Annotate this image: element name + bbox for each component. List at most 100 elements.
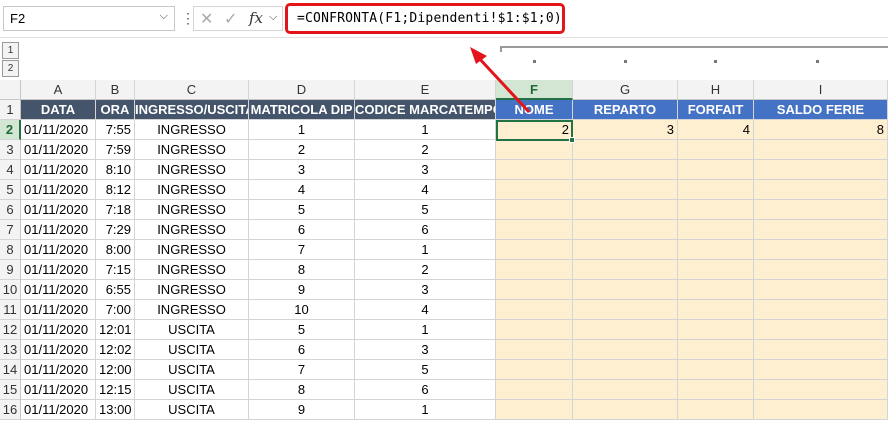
cell-a2[interactable]: 01/11/2020 [21,120,96,140]
cell-i7[interactable] [754,220,888,240]
cell-b3[interactable]: 7:59 [96,140,135,160]
cell-b14[interactable]: 12:00 [96,360,135,380]
column-header-b[interactable]: B [96,80,135,100]
cell-f15[interactable] [496,380,573,400]
cell-i6[interactable] [754,200,888,220]
cell-b8[interactable]: 8:00 [96,240,135,260]
cell-a16[interactable]: 01/11/2020 [21,400,96,420]
cell-g15[interactable] [573,380,678,400]
cell-a6[interactable]: 01/11/2020 [21,200,96,220]
cell-h13[interactable] [678,340,754,360]
column-header-d[interactable]: D [249,80,355,100]
cell-a4[interactable]: 01/11/2020 [21,160,96,180]
header-cell-i[interactable]: SALDO FERIE [754,100,888,120]
cell-a5[interactable]: 01/11/2020 [21,180,96,200]
cell-i10[interactable] [754,280,888,300]
cell-h4[interactable] [678,160,754,180]
cell-c15[interactable]: USCITA [135,380,249,400]
cell-i2[interactable]: 8 [754,120,888,140]
row-header-12[interactable]: 12 [0,320,21,340]
cell-b2[interactable]: 7:55 [96,120,135,140]
cell-h6[interactable] [678,200,754,220]
row-header-10[interactable]: 10 [0,280,21,300]
cell-b6[interactable]: 7:18 [96,200,135,220]
cell-d13[interactable]: 6 [249,340,355,360]
cell-f13[interactable] [496,340,573,360]
cell-g10[interactable] [573,280,678,300]
cell-d7[interactable]: 6 [249,220,355,240]
cell-h9[interactable] [678,260,754,280]
cell-c8[interactable]: INGRESSO [135,240,249,260]
column-header-g[interactable]: G [573,80,678,100]
cell-i11[interactable] [754,300,888,320]
cell-a9[interactable]: 01/11/2020 [21,260,96,280]
column-header-i[interactable]: I [754,80,888,100]
row-header-11[interactable]: 11 [0,300,21,320]
cell-g2[interactable]: 3 [573,120,678,140]
cell-b4[interactable]: 8:10 [96,160,135,180]
cell-i8[interactable] [754,240,888,260]
cell-d2[interactable]: 1 [249,120,355,140]
cell-d9[interactable]: 8 [249,260,355,280]
header-cell-e[interactable]: CODICE MARCATEMPO [355,100,496,120]
cell-f3[interactable] [496,140,573,160]
cell-c10[interactable]: INGRESSO [135,280,249,300]
row-header-9[interactable]: 9 [0,260,21,280]
column-header-e[interactable]: E [355,80,496,100]
cell-h11[interactable] [678,300,754,320]
cell-b10[interactable]: 6:55 [96,280,135,300]
cell-h10[interactable] [678,280,754,300]
cell-e5[interactable]: 4 [355,180,496,200]
cell-d16[interactable]: 9 [249,400,355,420]
cell-f7[interactable] [496,220,573,240]
cell-f12[interactable] [496,320,573,340]
row-header-16[interactable]: 16 [0,400,21,420]
cell-f14[interactable] [496,360,573,380]
row-header-2[interactable]: 2 [0,120,21,140]
cell-e15[interactable]: 6 [355,380,496,400]
cell-h12[interactable] [678,320,754,340]
cell-g11[interactable] [573,300,678,320]
cell-i13[interactable] [754,340,888,360]
cell-d3[interactable]: 2 [249,140,355,160]
cell-b16[interactable]: 13:00 [96,400,135,420]
cell-d12[interactable]: 5 [249,320,355,340]
cell-i14[interactable] [754,360,888,380]
column-header-c[interactable]: C [135,80,249,100]
cell-b5[interactable]: 8:12 [96,180,135,200]
cell-i15[interactable] [754,380,888,400]
cell-e12[interactable]: 1 [355,320,496,340]
cell-c16[interactable]: USCITA [135,400,249,420]
cell-c11[interactable]: INGRESSO [135,300,249,320]
cell-h8[interactable] [678,240,754,260]
header-cell-h[interactable]: FORFAIT [678,100,754,120]
cell-d14[interactable]: 7 [249,360,355,380]
cell-a8[interactable]: 01/11/2020 [21,240,96,260]
cell-e2[interactable]: 1 [355,120,496,140]
cell-i5[interactable] [754,180,888,200]
cell-f9[interactable] [496,260,573,280]
cell-a7[interactable]: 01/11/2020 [21,220,96,240]
cell-h14[interactable] [678,360,754,380]
row-header-6[interactable]: 6 [0,200,21,220]
cell-g3[interactable] [573,140,678,160]
outline-level-1-button[interactable]: 1 [2,42,19,59]
cell-e11[interactable]: 4 [355,300,496,320]
cell-a13[interactable]: 01/11/2020 [21,340,96,360]
cell-g8[interactable] [573,240,678,260]
row-header-5[interactable]: 5 [0,180,21,200]
row-header-14[interactable]: 14 [0,360,21,380]
cell-f6[interactable] [496,200,573,220]
cell-h5[interactable] [678,180,754,200]
cell-i3[interactable] [754,140,888,160]
cell-g7[interactable] [573,220,678,240]
cell-e14[interactable]: 5 [355,360,496,380]
header-cell-f[interactable]: NOME [496,100,573,120]
cell-e6[interactable]: 5 [355,200,496,220]
cell-f2[interactable]: 2 [496,120,573,140]
cell-b7[interactable]: 7:29 [96,220,135,240]
outline-level-2-button[interactable]: 2 [2,60,19,77]
name-box[interactable]: F2 ⌵ [3,6,175,31]
cell-e7[interactable]: 6 [355,220,496,240]
cell-h15[interactable] [678,380,754,400]
